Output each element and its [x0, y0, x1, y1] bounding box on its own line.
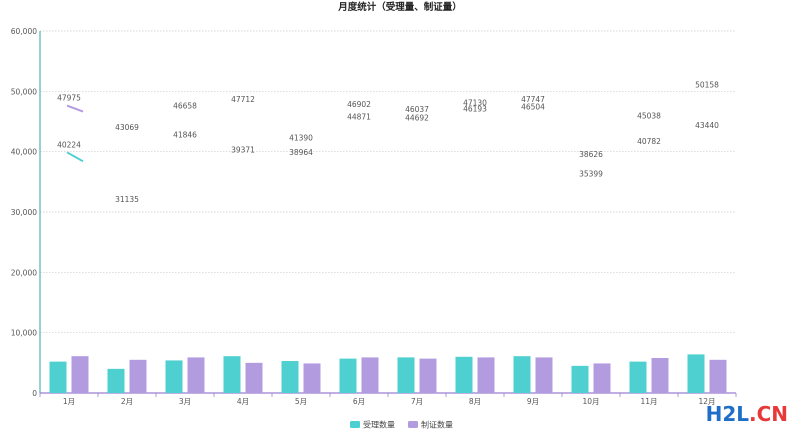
data-label-issued: 50158 [695, 80, 719, 89]
data-label-issued: 47130 [463, 99, 487, 108]
bar-issued[interactable] [303, 363, 321, 393]
x-tick-label: 11月 [640, 397, 657, 406]
y-tick-label: 60,000 [11, 27, 37, 36]
data-label-accepted: 40224 [57, 140, 81, 149]
bars [49, 354, 727, 393]
bar-accepted[interactable] [629, 361, 647, 393]
x-tick-label: 2月 [121, 397, 133, 406]
data-label-issued: 46658 [173, 101, 197, 110]
watermark-part2: .CN [748, 402, 788, 426]
bar-issued[interactable] [187, 357, 205, 393]
data-label-issued: 47975 [57, 94, 81, 103]
data-label-issued: 41390 [289, 133, 313, 142]
data-label-accepted: 35399 [579, 169, 603, 178]
data-label-accepted: 40782 [637, 137, 661, 146]
data-label-accepted: 41846 [173, 131, 197, 140]
bar-accepted[interactable] [455, 356, 473, 393]
x-tick-label: 9月 [527, 397, 539, 406]
bar-issued[interactable] [361, 357, 379, 393]
y-tick-label: 0 [32, 389, 37, 398]
bar-issued[interactable] [651, 358, 669, 393]
watermark-part1: H2L [705, 402, 749, 426]
data-label-accepted: 39371 [231, 145, 255, 154]
x-tick-label: 10月 [582, 397, 599, 406]
chart-title: 月度统计（受理量、制证量） [337, 1, 462, 13]
x-tick-label: 4月 [237, 397, 249, 406]
bar-accepted[interactable] [513, 356, 531, 393]
bar-issued[interactable] [419, 358, 437, 393]
y-tick-label: 40,000 [11, 148, 37, 157]
watermark-logo: H2L.CN [706, 402, 788, 426]
legend-label[interactable]: 制证数量 [421, 420, 453, 430]
bar-accepted[interactable] [397, 357, 415, 393]
data-label-accepted: 44871 [347, 112, 371, 121]
line-segment-accepted [66, 151, 84, 163]
x-tick-label: 1月 [63, 397, 75, 406]
bar-accepted[interactable] [165, 360, 183, 393]
x-tick-label: 6月 [353, 397, 365, 406]
y-tick-label: 20,000 [11, 268, 37, 277]
y-tick-label: 30,000 [11, 208, 37, 217]
bar-accepted[interactable] [107, 368, 125, 393]
line-segment-issued [66, 104, 84, 113]
data-label-issued: 47712 [231, 95, 255, 104]
bar-issued[interactable] [245, 362, 263, 393]
bar-accepted[interactable] [571, 365, 589, 393]
bar-issued[interactable] [477, 357, 495, 393]
x-tick-label: 7月 [411, 397, 423, 406]
data-labels: 40224311354184639371 3896444871 4469246193… [57, 80, 719, 204]
x-tick-label: 5月 [295, 397, 307, 406]
bar-accepted[interactable] [687, 354, 705, 393]
chart: 月度统计（受理量、制证量） 0 10,000 20,000 30,000 40,000 5… [11, 1, 737, 430]
legend-swatch[interactable] [408, 421, 418, 428]
bar-issued[interactable] [709, 359, 727, 393]
bar-accepted[interactable] [281, 361, 299, 393]
x-tick-label: 3月 [179, 397, 191, 406]
x-axis: 1月 2月 3月 4月 5月 6月 7月 8月 9月 10月 11月 12月 [39, 392, 737, 406]
data-label-issued: 47747 [521, 95, 545, 104]
bar-accepted[interactable] [49, 361, 67, 393]
y-axis: 0 10,000 20,000 30,000 40,000 50,000 60,000 [11, 27, 41, 398]
data-label-accepted: 43440 [695, 121, 719, 130]
bar-accepted[interactable] [339, 358, 357, 393]
data-label-issued: 46902 [347, 100, 371, 109]
grid [40, 30, 736, 334]
data-label-issued: 45038 [637, 111, 661, 120]
bar-issued[interactable] [535, 357, 553, 393]
data-label-issued: 43069 [115, 123, 139, 132]
bar-issued[interactable] [71, 356, 89, 393]
x-tick-label: 8月 [469, 397, 481, 406]
y-tick-label: 10,000 [11, 329, 37, 338]
data-label-accepted: 31135 [115, 195, 139, 204]
bar-issued[interactable] [593, 363, 611, 393]
legend[interactable]: 受理数量 制证数量 [350, 420, 453, 430]
data-label-accepted: 44692 [405, 113, 429, 122]
data-label-accepted: 38964 [289, 148, 313, 157]
legend-swatch[interactable] [350, 421, 360, 428]
bar-accepted[interactable] [223, 356, 241, 393]
line-segments [66, 104, 84, 163]
legend-label[interactable]: 受理数量 [363, 420, 395, 430]
data-label-issued: 46037 [405, 105, 429, 114]
bar-issued[interactable] [129, 359, 147, 393]
y-tick-label: 50,000 [11, 87, 37, 96]
data-label-issued: 38626 [579, 150, 603, 159]
